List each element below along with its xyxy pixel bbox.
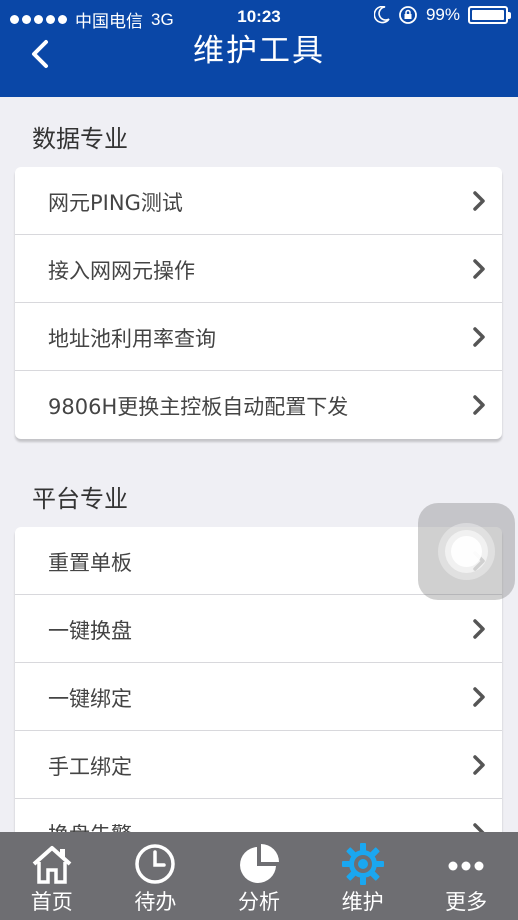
tab-label: 待办 [134, 890, 177, 914]
list-item-label: 重置单板 [48, 551, 132, 575]
chevron-right-icon [473, 191, 485, 211]
list-item-label: 接入网网元操作 [48, 259, 195, 283]
tab-home[interactable]: 首页 [0, 832, 104, 920]
assistive-touch-button[interactable] [418, 503, 515, 600]
gear-icon [341, 843, 384, 885]
home-icon [32, 846, 72, 884]
tab-label: 维护 [341, 890, 384, 914]
tab-label: 更多 [445, 890, 488, 914]
list-item-label: 一键绑定 [48, 687, 132, 711]
list-item-label: 网元PING测试 [48, 191, 183, 215]
tab-analysis[interactable]: 分析 [207, 832, 311, 920]
more-icon [448, 861, 484, 871]
list-item[interactable]: 接入网网元操作 [15, 235, 502, 303]
chevron-right-icon [473, 823, 485, 832]
pie-chart-icon [240, 844, 279, 883]
list-item[interactable]: 一键换盘 [15, 595, 502, 663]
tab-label: 分析 [237, 890, 280, 914]
list-item-label: 一键换盘 [48, 619, 132, 643]
chevron-right-icon [473, 395, 485, 415]
chevron-right-icon [473, 327, 485, 347]
battery-icon [468, 6, 511, 24]
top-bar: 中国电信 3G 10:23 99% 维护工具 [0, 0, 518, 97]
tab-maintenance[interactable]: 维护 [311, 832, 415, 920]
clock-icon [135, 844, 176, 884]
tab-bar: 首页 待办 分析 维护 更多 [0, 832, 518, 920]
list-item[interactable]: 9806H更换主控板自动配置下发 [15, 371, 502, 439]
status-right: 99% [373, 5, 511, 25]
tab-more[interactable]: 更多 [414, 832, 518, 920]
list-item[interactable]: 网元PING测试 [15, 167, 502, 235]
list-item[interactable]: 手工绑定 [15, 731, 502, 799]
group-data: 网元PING测试 接入网网元操作 地址池利用率查询 9806H更换主控板自动配置下发 [15, 167, 502, 439]
section-title-data: 数据专业 [32, 125, 128, 153]
chevron-right-icon [473, 755, 485, 775]
battery-percent: 99% [425, 5, 460, 24]
tab-todo[interactable]: 待办 [104, 832, 208, 920]
list-item[interactable]: 地址池利用率查询 [15, 303, 502, 371]
chevron-right-icon [473, 619, 485, 639]
moon-icon [373, 6, 390, 24]
status-bar: 中国电信 3G 10:23 99% [0, 0, 518, 34]
list-item[interactable]: 一键绑定 [15, 663, 502, 731]
chevron-right-icon [473, 687, 485, 707]
battery-fill [472, 10, 504, 20]
list-item-label: 换盘告警 [48, 819, 132, 832]
chevron-right-icon [473, 259, 485, 279]
list-item-label: 9806H更换主控板自动配置下发 [48, 395, 349, 419]
tab-label: 首页 [30, 890, 73, 914]
nav-bar: 维护工具 [0, 34, 518, 97]
list-item-label: 地址池利用率查询 [48, 327, 216, 351]
content-area[interactable]: 数据专业 网元PING测试 接入网网元操作 地址池利用率查询 9806H更换主控板自动… [0, 97, 518, 832]
list-item-label: 手工绑定 [48, 755, 132, 779]
rotation-lock-icon [399, 6, 417, 24]
page-title: 维护工具 [193, 33, 325, 69]
list-item[interactable]: 换盘告警 [15, 799, 502, 832]
section-title-platform: 平台专业 [32, 485, 128, 513]
